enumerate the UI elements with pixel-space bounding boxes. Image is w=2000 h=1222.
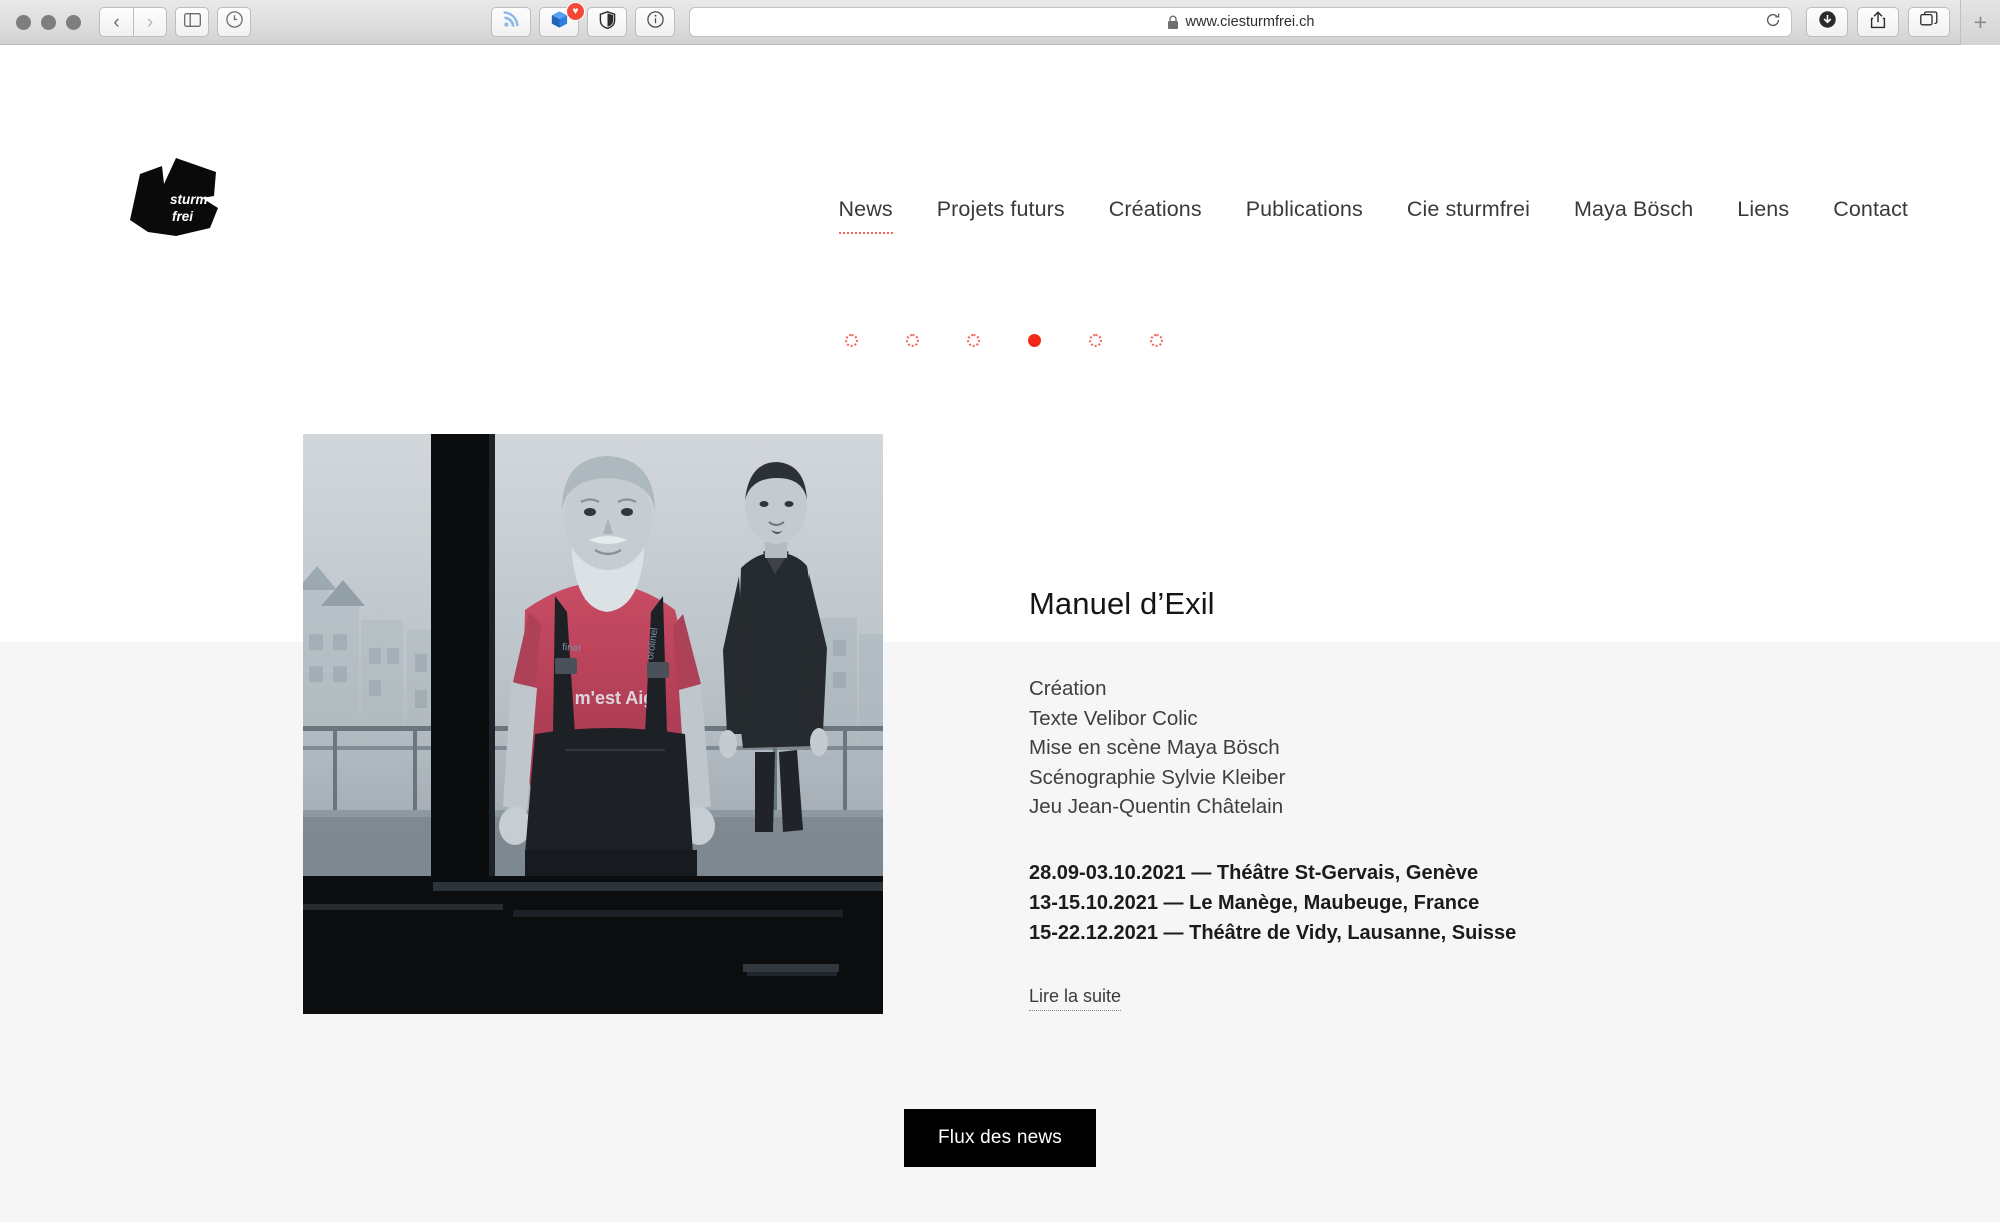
nav-item-publications[interactable]: Publications (1224, 197, 1385, 222)
date-line: 13-15.10.2021 — Le Manège, Maubeuge, Fra… (1029, 888, 1829, 918)
cta-section: Flux des news (0, 1109, 2000, 1167)
shield-icon (599, 11, 616, 34)
forward-button[interactable]: › (133, 7, 167, 37)
credit-line: Scénographie Sylvie Kleiber (1029, 763, 1829, 793)
slide-title: Manuel d’Exil (1029, 586, 1829, 622)
reload-button[interactable] (1761, 10, 1785, 34)
nav-item-cie-sturmfrei[interactable]: Cie sturmfrei (1385, 197, 1552, 222)
credit-line: Jeu Jean-Quentin Châtelain (1029, 792, 1829, 822)
downloads-button[interactable] (1806, 7, 1848, 37)
new-tab-button[interactable]: + (1960, 0, 2000, 45)
privacy-shield-button[interactable] (587, 7, 627, 37)
read-more-link[interactable]: Lire la suite (1029, 986, 1121, 1011)
toolbar-right-buttons (1806, 7, 1950, 37)
info-icon (647, 11, 664, 33)
clock-icon (226, 11, 243, 33)
window-traffic-lights (16, 15, 81, 30)
sidebar-icon (184, 13, 201, 32)
minimize-window-button[interactable] (41, 15, 56, 30)
browser-toolbar: ‹ › (0, 0, 2000, 45)
extension-buttons: ♥ (491, 7, 675, 37)
site-logo[interactable]: sturm- frei (118, 146, 226, 238)
nav-item-news[interactable]: News (817, 197, 915, 222)
url-text: www.ciesturmfrei.ch (1186, 14, 1315, 30)
close-window-button[interactable] (16, 15, 31, 30)
slider-pagination (0, 334, 2000, 347)
maximize-window-button[interactable] (66, 15, 81, 30)
back-button[interactable]: ‹ (99, 7, 133, 37)
logo-text-line2: frei (172, 209, 193, 224)
nav-item-liens[interactable]: Liens (1715, 197, 1811, 222)
site-header: sturm- frei News Projets futurs Création… (0, 45, 2000, 303)
slider-dot[interactable] (1089, 334, 1102, 347)
rss-feed-button[interactable] (491, 7, 531, 37)
slide-text-column: Manuel d’Exil Création Texte Velibor Col… (1029, 434, 1829, 1011)
tab-overview-icon (1920, 11, 1938, 33)
nav-item-projets-futurs[interactable]: Projets futurs (915, 197, 1087, 222)
history-button[interactable] (217, 7, 251, 37)
main-navigation: News Projets futurs Créations Publicatio… (817, 197, 1930, 222)
rss-icon (503, 11, 520, 33)
nav-item-creations[interactable]: Créations (1087, 197, 1224, 222)
credit-line: Texte Velibor Colic (1029, 704, 1829, 734)
page-info-button[interactable] (635, 7, 675, 37)
nav-item-maya-bosch[interactable]: Maya Bösch (1552, 197, 1715, 222)
extension-button[interactable]: ♥ (539, 7, 579, 37)
date-line: 28.09-03.10.2021 — Théâtre St-Gervais, G… (1029, 858, 1829, 888)
credit-line: Mise en scène Maya Bösch (1029, 733, 1829, 763)
logo-text-line1: sturm- (170, 192, 213, 207)
news-feed-button[interactable]: Flux des news (904, 1109, 1096, 1167)
slider-dot[interactable] (845, 334, 858, 347)
sidebar-toggle-button[interactable] (175, 7, 209, 37)
downloads-icon (1818, 10, 1837, 34)
address-bar[interactable]: www.ciesturmfrei.ch (689, 7, 1792, 37)
nav-item-contact[interactable]: Contact (1811, 197, 1930, 222)
date-line: 15-22.12.2021 — Théâtre de Vidy, Lausann… (1029, 918, 1829, 948)
slider-dot[interactable] (906, 334, 919, 347)
slider-dot[interactable] (967, 334, 980, 347)
slide-dates: 28.09-03.10.2021 — Théâtre St-Gervais, G… (1029, 858, 1829, 948)
slider-dot-active[interactable] (1028, 334, 1041, 347)
slide-credits: Création Texte Velibor Colic Mise en scè… (1029, 674, 1829, 822)
navigation-buttons: ‹ › (99, 7, 167, 37)
extension-notification-badge: ♥ (566, 2, 585, 21)
slider-dot[interactable] (1150, 334, 1163, 347)
share-icon (1870, 10, 1886, 34)
slide-photo[interactable]: ut m'est Aigo (303, 434, 883, 1014)
tab-overview-button[interactable] (1908, 7, 1950, 37)
page-content: sturm- frei News Projets futurs Création… (0, 45, 2000, 1222)
lock-icon (1167, 15, 1179, 30)
credit-line: Création (1029, 674, 1829, 704)
reload-icon (1765, 12, 1781, 33)
share-button[interactable] (1857, 7, 1899, 37)
